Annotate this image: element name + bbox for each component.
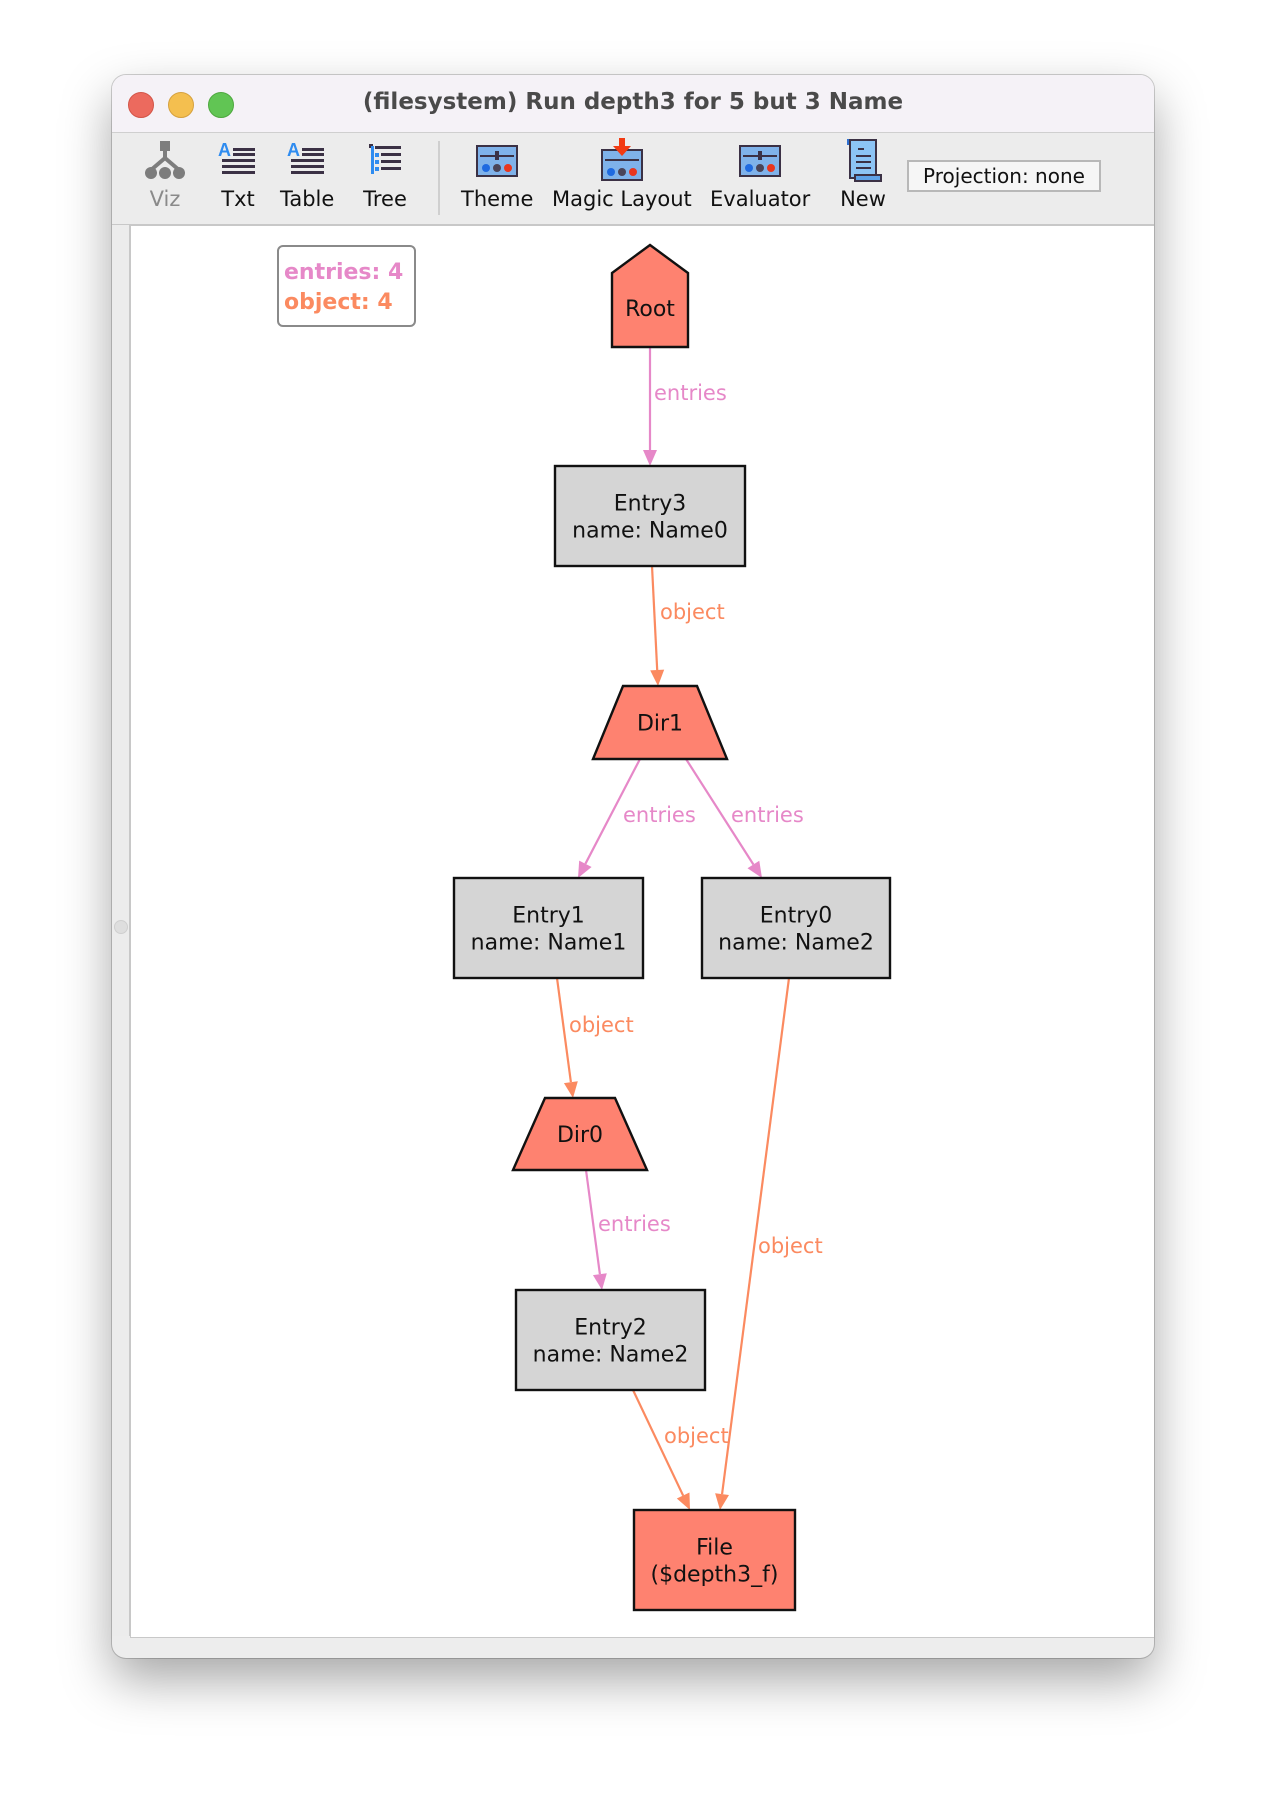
- edge-label: object: [664, 1424, 729, 1448]
- node-title: Entry2: [574, 1316, 647, 1341]
- node-file[interactable]: File($depth3_f): [632, 1508, 797, 1612]
- edge-label: entries: [731, 803, 804, 827]
- node-dir1[interactable]: Dir1: [591, 684, 729, 761]
- edge-dir1-entry1: entries: [578, 758, 696, 878]
- node-entry1[interactable]: Entry1name: Name1: [452, 876, 645, 980]
- edge-arrowhead: [650, 669, 665, 686]
- edge-legend: entries: 4 object: 4: [277, 245, 416, 327]
- node-title: Entry1: [512, 904, 585, 929]
- node-attribute: name: Name2: [533, 1343, 689, 1368]
- node-root[interactable]: Root: [610, 243, 690, 349]
- edge-line: [650, 565, 659, 671]
- node-entry2[interactable]: Entry2name: Name2: [514, 1288, 707, 1392]
- edge-label: object: [660, 600, 725, 624]
- node-attribute: ($depth3_f): [651, 1563, 779, 1588]
- node-entry0[interactable]: Entry0name: Name2: [700, 876, 892, 980]
- edge-label: entries: [623, 803, 696, 827]
- edge-label: entries: [598, 1212, 671, 1236]
- node-entry3[interactable]: Entry3name: Name0: [553, 464, 747, 568]
- edge-entry2-file: object: [632, 1389, 729, 1510]
- edge-arrowhead: [563, 1081, 578, 1098]
- node-shape: [610, 243, 690, 349]
- node-attribute: name: Name2: [718, 931, 874, 956]
- edge-arrowhead: [643, 450, 657, 466]
- legend-entries: entries: 4: [284, 260, 403, 285]
- graph-nodes: RootEntry3name: Name0Dir1Entry1name: Nam…: [452, 243, 892, 1612]
- edge-entry0-file: object: [715, 977, 823, 1510]
- edge-label: object: [569, 1013, 634, 1037]
- edge-label: entries: [654, 381, 727, 405]
- edge-arrowhead: [747, 860, 762, 878]
- node-title: Root: [625, 297, 675, 322]
- edge-entry1-dir0: object: [555, 977, 634, 1098]
- node-dir0[interactable]: Dir0: [511, 1096, 649, 1172]
- edge-label: object: [758, 1234, 823, 1258]
- node-attribute: name: Name0: [572, 519, 728, 544]
- legend-object: object: 4: [284, 290, 393, 315]
- edge-dir1-entry0: entries: [685, 758, 804, 878]
- edge-entry3-dir1: object: [650, 565, 725, 686]
- edge-arrowhead: [715, 1493, 729, 1510]
- node-title: Dir0: [557, 1123, 603, 1148]
- node-title: Entry3: [614, 492, 687, 517]
- node-title: Entry0: [760, 904, 833, 929]
- edge-root-entry3: entries: [643, 347, 727, 466]
- node-title: Dir1: [637, 712, 683, 737]
- instance-graph: entries: 4 object: 4 entries object entrie…: [277, 243, 892, 1612]
- edge-arrowhead: [592, 1273, 607, 1290]
- node-title: File: [696, 1536, 733, 1561]
- edge-dir0-entry2: entries: [584, 1169, 671, 1290]
- node-attribute: name: Name1: [471, 931, 627, 956]
